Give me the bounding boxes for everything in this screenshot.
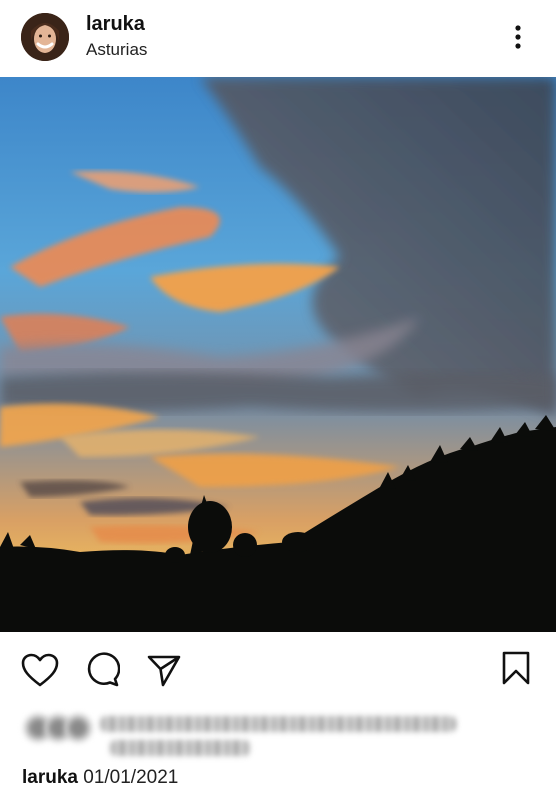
action-bar	[0, 640, 556, 700]
post-header: laruka Asturias	[0, 0, 556, 76]
username[interactable]: laruka	[86, 13, 145, 36]
bookmark-icon	[502, 651, 530, 685]
sunset-image	[0, 77, 556, 632]
blurred-likes-text	[100, 716, 456, 732]
like-button[interactable]	[20, 652, 60, 688]
send-icon	[147, 655, 181, 687]
liker-avatar	[64, 714, 92, 742]
comment-button[interactable]	[84, 652, 121, 688]
post-date: 01/01/2021	[83, 767, 179, 788]
caption-username[interactable]: laruka	[22, 767, 78, 788]
comment-icon	[87, 652, 121, 687]
post-caption: laruka 01/01/2021	[22, 767, 178, 789]
more-options-button[interactable]	[506, 22, 530, 52]
post-photo[interactable]	[0, 77, 556, 632]
location[interactable]: Asturias	[86, 40, 147, 60]
blurred-likes-text	[110, 740, 250, 756]
share-button[interactable]	[146, 652, 182, 688]
more-vertical-icon	[515, 25, 521, 49]
heart-icon	[21, 653, 59, 687]
avatar[interactable]	[21, 13, 69, 61]
liked-by-blurred	[22, 712, 462, 762]
save-button[interactable]	[500, 650, 532, 686]
